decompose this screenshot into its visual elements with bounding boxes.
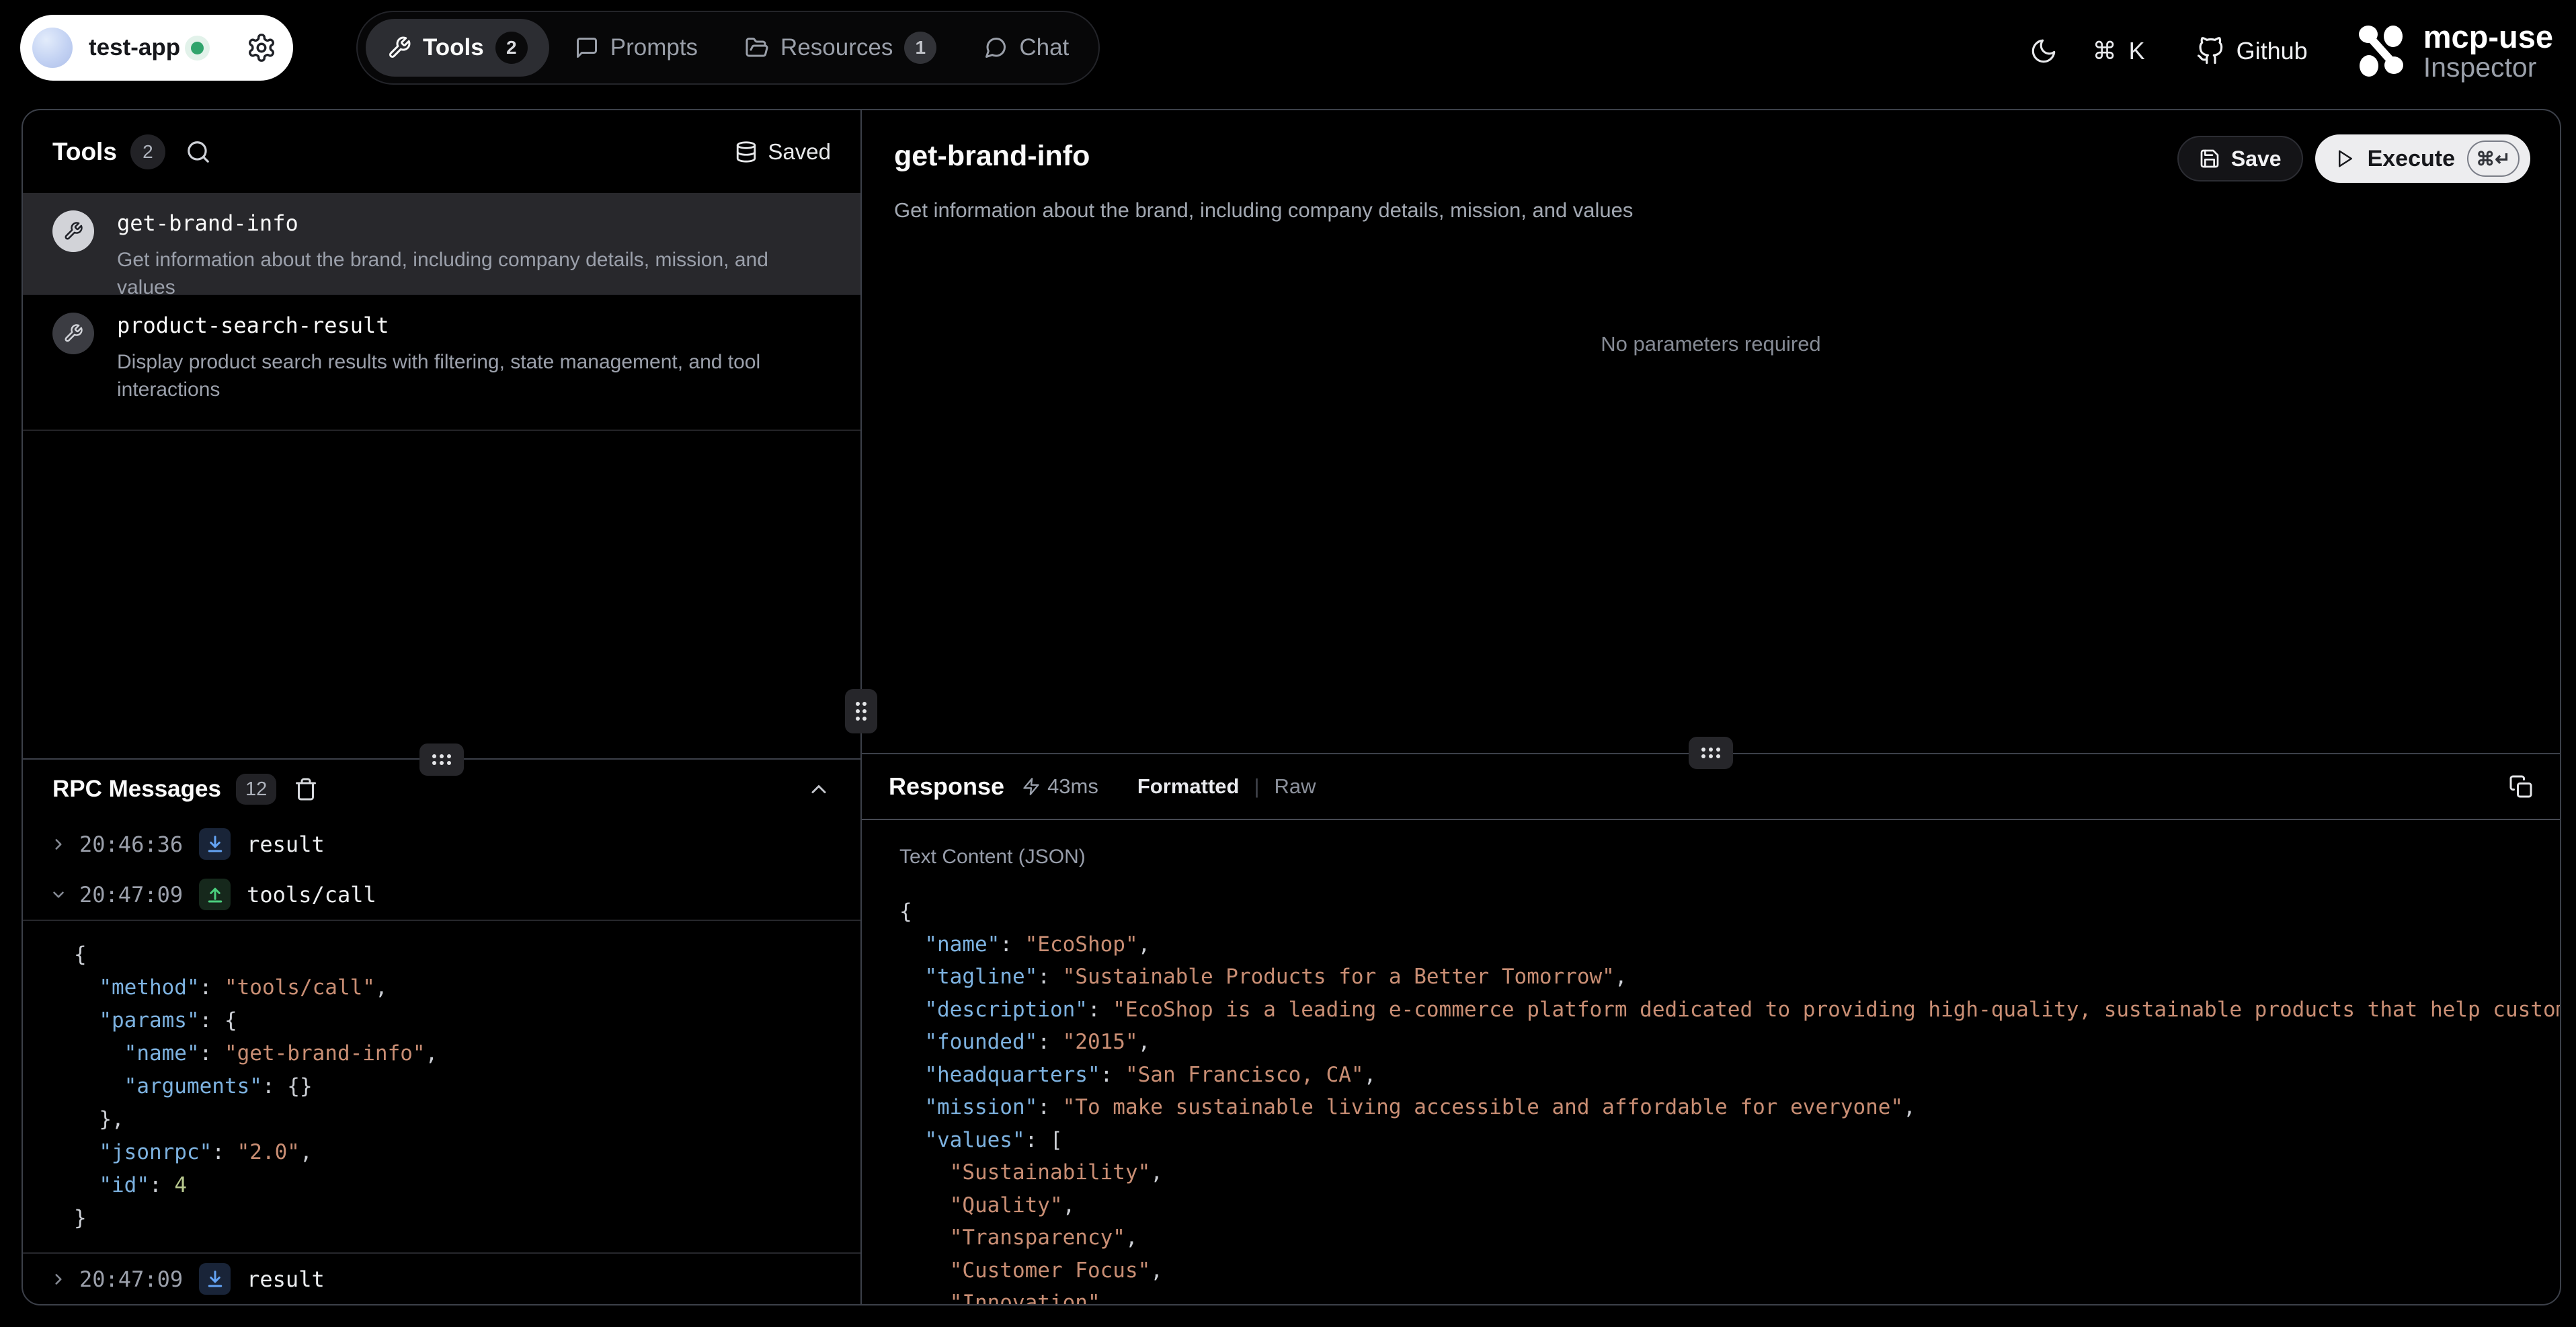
tab-resources[interactable]: Resources 1 xyxy=(723,19,958,77)
github-label: Github xyxy=(2237,37,2308,65)
server-name: test-app xyxy=(89,34,180,61)
brand-subtitle: Inspector xyxy=(2423,53,2553,82)
brand-logo: mcp-use Inspector xyxy=(2352,20,2553,82)
tool-name: get-brand-info xyxy=(117,210,831,236)
save-button[interactable]: Save xyxy=(2177,136,2303,182)
view-raw-tab[interactable]: Raw xyxy=(1275,774,1316,799)
lightning-bolt-icon xyxy=(1022,777,1041,796)
tools-header: Tools 2 Saved xyxy=(23,110,860,193)
rpc-title: RPC Messages xyxy=(52,776,221,803)
tools-list-empty-space xyxy=(23,431,860,758)
execute-label: Execute xyxy=(2368,146,2455,172)
database-icon xyxy=(735,140,758,163)
main-container: Tools 2 Saved get-brand-info Get informa… xyxy=(22,109,2561,1305)
rpc-timestamp: 20:47:09 xyxy=(79,882,183,908)
response-duration: 43ms xyxy=(1022,774,1098,799)
tool-description: Display product search results with filt… xyxy=(117,348,831,403)
tab-label: Chat xyxy=(1019,34,1069,61)
mcp-use-logo-icon xyxy=(2352,22,2410,80)
horizontal-resize-handle[interactable] xyxy=(419,743,464,776)
tab-prompts[interactable]: Prompts xyxy=(553,19,719,77)
view-switcher: Formatted | Raw xyxy=(1137,774,1316,799)
rpc-count-badge: 12 xyxy=(236,774,276,805)
tool-detail-actions: Save Execute ⌘↵ xyxy=(2177,134,2530,183)
view-formatted-tab[interactable]: Formatted xyxy=(1137,774,1240,799)
moon-icon[interactable] xyxy=(2029,37,2058,65)
tab-chat[interactable]: Chat xyxy=(962,19,1090,77)
rpc-message-row[interactable]: 20:47:09 result xyxy=(23,1254,860,1304)
tool-detail-pane: get-brand-info Get information about the… xyxy=(862,110,2560,1304)
floppy-disk-icon xyxy=(2199,148,2220,169)
github-link[interactable]: Github xyxy=(2196,37,2308,65)
tab-tools-badge: 2 xyxy=(495,32,528,64)
tool-item-get-brand-info[interactable]: get-brand-info Get information about the… xyxy=(23,193,860,295)
execute-button[interactable]: Execute ⌘↵ xyxy=(2315,134,2530,183)
rpc-method: result xyxy=(247,832,325,857)
tab-resources-badge: 1 xyxy=(904,32,936,64)
response-title: Response xyxy=(889,772,1004,801)
tool-name: product-search-result xyxy=(117,313,831,338)
response-body: Text Content (JSON) { "name": "EcoShop",… xyxy=(862,820,2560,1304)
response-json: { "name": "EcoShop", "tagline": "Sustain… xyxy=(899,895,2560,1304)
play-icon xyxy=(2335,149,2356,169)
saved-label: Saved xyxy=(768,139,831,165)
tab-label: Resources xyxy=(780,34,893,61)
github-icon xyxy=(2196,37,2224,65)
saved-button[interactable]: Saved xyxy=(735,139,831,165)
server-avatar xyxy=(32,28,73,68)
tools-sidebar: Tools 2 Saved get-brand-info Get informa… xyxy=(23,110,860,1304)
arrow-down-to-line-icon xyxy=(199,828,231,860)
topbar: test-app Tools 2 Prompts Resources 1 Cha… xyxy=(0,0,2576,102)
chevron-right-icon xyxy=(50,836,67,853)
no-parameters-message: No parameters required xyxy=(862,332,2560,356)
gear-icon[interactable] xyxy=(246,32,277,63)
folder-icon xyxy=(745,36,769,60)
tools-title: Tools xyxy=(52,138,117,166)
tool-description: Get information about the brand, includi… xyxy=(117,246,831,301)
rpc-messages-panel: RPC Messages 12 20:46:36 result 20:47:09 xyxy=(23,758,860,1304)
wrench-icon xyxy=(52,210,94,252)
search-icon[interactable] xyxy=(186,139,211,165)
server-pill[interactable]: test-app xyxy=(20,15,293,81)
arrow-down-to-line-icon xyxy=(199,1263,231,1295)
topbar-right: ⌘ K Github mcp-use Inspector xyxy=(2029,0,2553,102)
chevron-up-icon[interactable] xyxy=(807,777,831,801)
main-nav: Tools 2 Prompts Resources 1 Chat xyxy=(356,11,1100,85)
tab-label: Prompts xyxy=(610,34,698,61)
tab-label: Tools xyxy=(423,34,484,61)
wrench-icon xyxy=(52,313,94,354)
tools-count-badge: 2 xyxy=(130,134,165,169)
response-panel: Response 43ms Formatted | Raw Text Conte… xyxy=(862,754,2560,1304)
arrow-up-from-line-icon xyxy=(199,879,231,910)
rpc-method: result xyxy=(247,1266,325,1292)
rpc-timestamp: 20:47:09 xyxy=(79,1266,183,1292)
duration-value: 43ms xyxy=(1047,774,1098,799)
brand-name: mcp-use xyxy=(2423,20,2553,53)
status-dot xyxy=(191,42,204,54)
tool-item-product-search-result[interactable]: product-search-result Display product se… xyxy=(23,295,860,431)
save-label: Save xyxy=(2231,147,2282,171)
horizontal-resize-handle[interactable] xyxy=(1689,737,1733,769)
tab-tools[interactable]: Tools 2 xyxy=(366,19,549,77)
rpc-message-row[interactable]: 20:46:36 result xyxy=(23,819,860,869)
execute-shortcut-badge: ⌘↵ xyxy=(2467,140,2520,177)
chat-bubble-icon xyxy=(983,36,1008,60)
rpc-method: tools/call xyxy=(247,882,376,908)
tool-detail-description: Get information about the brand, includi… xyxy=(894,198,2528,223)
copy-icon[interactable] xyxy=(2509,774,2533,799)
message-square-icon xyxy=(575,36,599,60)
chevron-down-icon xyxy=(50,886,67,903)
vertical-resize-handle[interactable] xyxy=(845,689,877,733)
command-k-shortcut[interactable]: ⌘ K xyxy=(2093,37,2148,65)
chevron-right-icon xyxy=(50,1271,67,1288)
tool-detail-section: get-brand-info Get information about the… xyxy=(862,110,2560,754)
rpc-message-row[interactable]: 20:47:09 tools/call xyxy=(23,869,860,920)
view-separator: | xyxy=(1254,774,1259,799)
response-content-label: Text Content (JSON) xyxy=(899,846,2560,869)
wrench-icon xyxy=(387,36,411,60)
rpc-request-json: { "method": "tools/call", "params": { "n… xyxy=(23,920,860,1254)
trash-icon[interactable] xyxy=(294,777,318,801)
rpc-timestamp: 20:46:36 xyxy=(79,832,183,857)
